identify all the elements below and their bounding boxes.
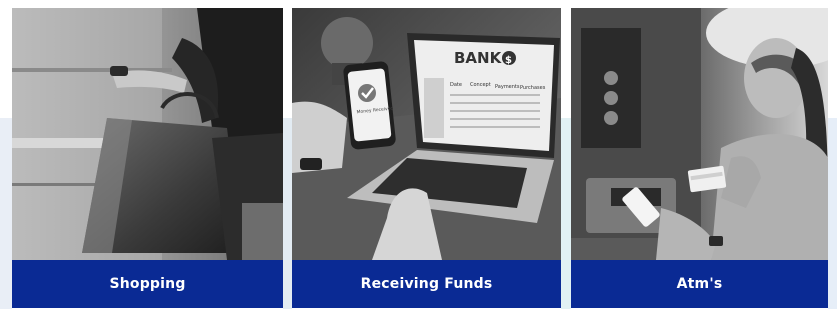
svg-text:Payments: Payments bbox=[495, 84, 520, 90]
atm-photo bbox=[571, 8, 828, 260]
card-receiving-funds[interactable]: BANK $ Date Concept Payments Purchases M… bbox=[292, 8, 561, 308]
laptop-bank-brand: BANK bbox=[454, 49, 503, 67]
receiving-funds-photo: BANK $ Date Concept Payments Purchases M… bbox=[292, 8, 561, 260]
background-band bbox=[561, 118, 571, 309]
card-atms[interactable]: Atm's bbox=[571, 8, 828, 308]
card-label-shopping: Shopping bbox=[109, 276, 186, 292]
svg-text:Concept: Concept bbox=[470, 82, 491, 88]
card-caption: Receiving Funds bbox=[292, 260, 561, 308]
card-label-receiving-funds: Receiving Funds bbox=[360, 276, 493, 292]
service-cards-section: Shopping BANK $ Date Concept Payments Pu… bbox=[0, 0, 837, 309]
background-band bbox=[283, 118, 292, 309]
background-band bbox=[828, 118, 837, 309]
svg-text:Purchases: Purchases bbox=[520, 85, 546, 91]
card-caption: Shopping bbox=[12, 260, 283, 308]
card-label-atms: Atm's bbox=[676, 276, 723, 292]
background-band bbox=[0, 118, 12, 309]
card-shopping[interactable]: Shopping bbox=[12, 8, 283, 308]
svg-text:Date: Date bbox=[450, 82, 462, 88]
card-caption: Atm's bbox=[571, 260, 828, 308]
laptop-currency-symbol: $ bbox=[505, 55, 512, 66]
shopping-photo bbox=[12, 8, 283, 260]
